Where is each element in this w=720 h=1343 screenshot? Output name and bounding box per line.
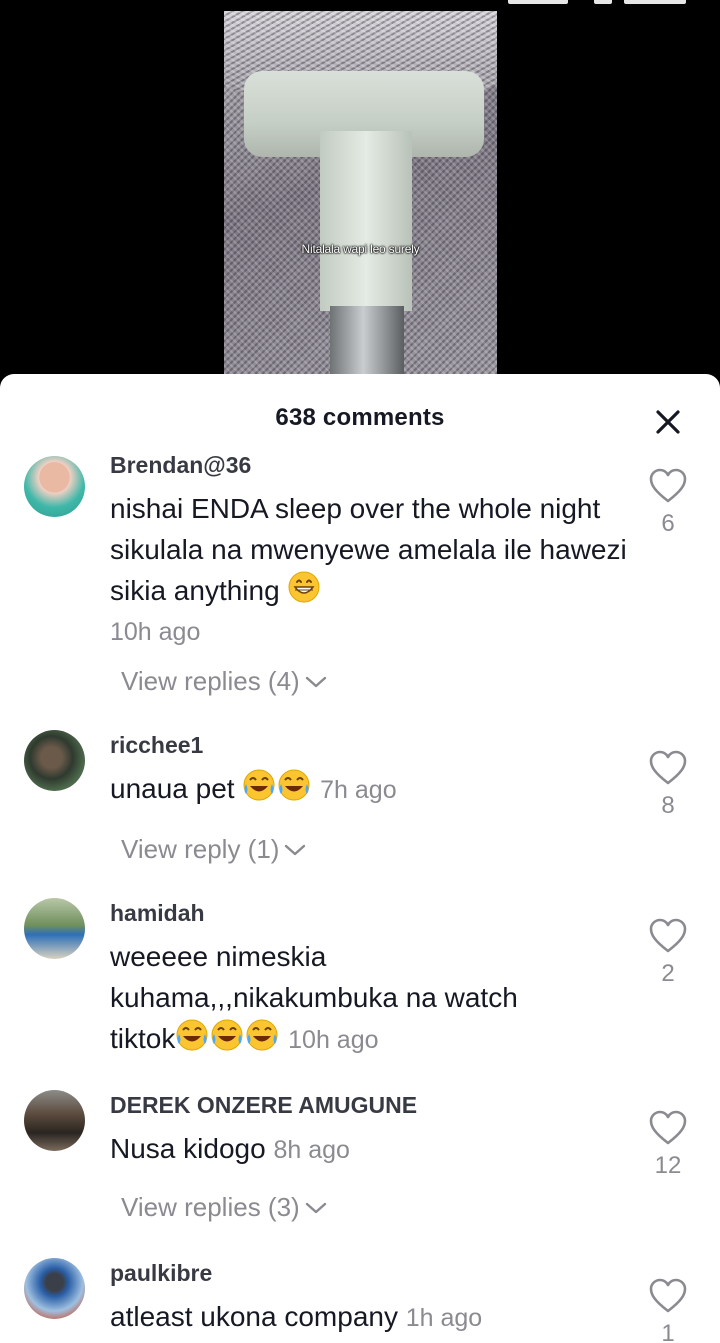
comment-text: Nusa kidogo 8h ago [110,1133,350,1164]
comment-text: atleast ukona company 1h ago [110,1301,483,1332]
comment-timestamp: 10h ago [288,1026,379,1054]
heart-icon [649,918,687,953]
avatar[interactable] [24,730,85,791]
heart-icon [649,468,687,503]
comment-username[interactable]: hamidah [110,900,205,927]
comments-count-title: 638 comments [275,404,445,431]
like-button[interactable]: 1 [645,1278,691,1343]
comment-timestamp: 7h ago [320,776,397,804]
close-icon [656,410,680,434]
comment-text: unaua pet 7h ago [110,768,630,811]
chevron-down-icon [285,844,306,855]
chevron-down-icon [305,676,326,687]
comments-header: 638 comments [0,374,720,454]
like-count: 2 [661,960,675,987]
grinning-emoji-icon [288,571,320,603]
tears-of-joy-emoji-icon [243,769,310,801]
comment-item: hamidah weeeee nimeskia kuhama,,,nikakumb… [0,896,720,1076]
comments-sheet: 638 comments Brendan@36 nishai ENDA slee… [0,374,720,1343]
comment-item: ricchee1 unaua pet 7h ago 8 View reply (… [0,728,720,888]
close-button[interactable] [650,404,686,440]
avatar[interactable] [24,898,85,959]
video-caption: Nitalala wapi leo surely [301,242,420,256]
heart-icon [649,1110,687,1145]
view-replies-button[interactable]: View reply (1) [121,834,307,865]
comment-item: Brendan@36 nishai ENDA sleep over the wh… [0,444,720,734]
like-button[interactable]: 8 [645,750,691,820]
metal-pole-image [330,306,404,381]
status-bar-wifi-icon [594,0,612,4]
avatar[interactable] [24,1090,85,1151]
chevron-down-icon [305,1202,326,1213]
comment-text: weeeee nimeskia kuhama,,,nikakumbuka na w… [110,941,518,1054]
comment-item: DEREK ONZERE AMUGUNE Nusa kidogo 8h ago … [0,1088,720,1258]
comment-username[interactable]: Brendan@36 [110,452,251,479]
like-count: 6 [661,510,675,537]
like-button[interactable]: 2 [645,918,691,988]
heart-icon [649,750,687,785]
status-bar-battery-icon [624,0,686,4]
heart-icon [649,1278,687,1313]
comment-item: paulkibre atleast ukona company 1h ago 1 [0,1256,720,1343]
like-count: 8 [661,792,675,819]
comment-text: nishai ENDA sleep over the whole night s… [110,493,627,606]
tears-of-joy-emoji-icon [176,1019,278,1051]
comment-username[interactable]: DEREK ONZERE AMUGUNE [110,1092,417,1119]
like-count: 1 [661,1320,675,1343]
comment-timestamp: 1h ago [405,1304,483,1332]
comment-timestamp: 10h ago [110,618,201,646]
like-button[interactable]: 12 [645,1110,691,1180]
like-button[interactable]: 6 [645,468,691,538]
like-count: 12 [654,1152,682,1179]
status-bar-signal [508,0,568,4]
avatar[interactable] [24,456,85,517]
avatar[interactable] [24,1258,85,1319]
video-player[interactable]: Nitalala wapi leo surely [0,0,720,390]
view-replies-button[interactable]: View replies (3) [121,1192,328,1223]
video-frame: Nitalala wapi leo surely [224,11,497,381]
comment-username[interactable]: ricchee1 [110,732,203,759]
view-replies-button[interactable]: View replies (4) [121,666,328,697]
comment-username[interactable]: paulkibre [110,1260,212,1287]
comment-timestamp: 8h ago [273,1136,350,1164]
